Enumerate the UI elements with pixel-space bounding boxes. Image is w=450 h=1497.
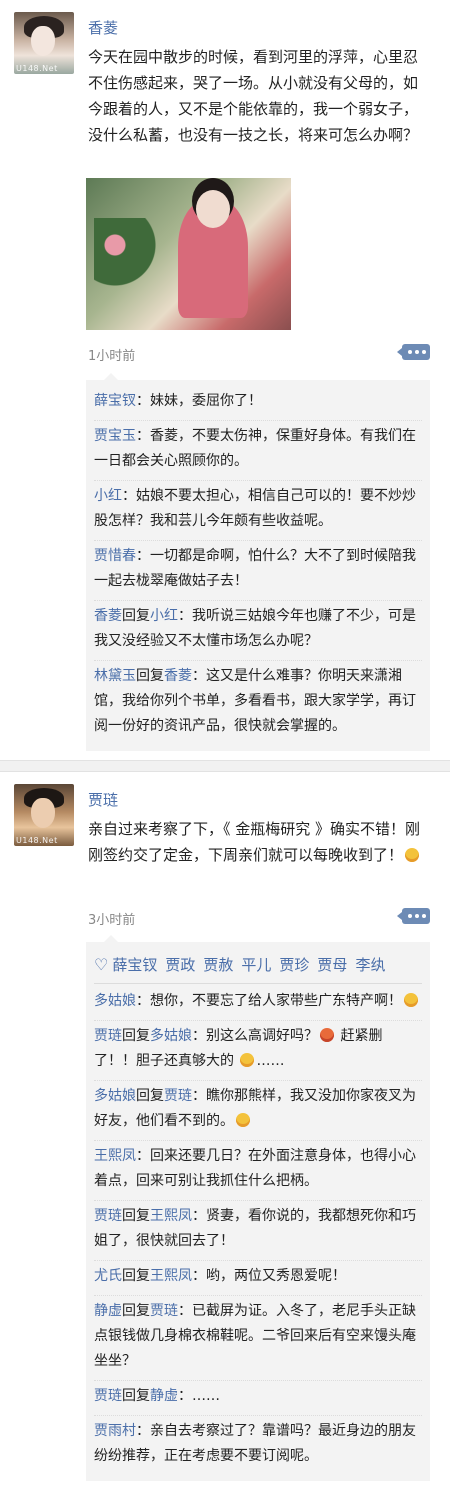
like-user[interactable]: 平儿 [241,956,271,974]
comment: 林黛玉回复香菱：这又是什么难事？你明天来潇湘馆，我给你列个书单，多看看书，跟大家… [94,668,416,734]
author-name[interactable]: 香菱 [88,17,118,38]
avatar-watermark: U148.Net [16,64,58,73]
comment: 贾惜春：一切都是命啊，怕什么？大不了到时候陪我一起去栊翠庵做姑子去！ [94,541,422,601]
comment-user[interactable]: 林黛玉 [94,668,136,684]
comment-user[interactable]: 贾惜春 [94,548,136,564]
comment: 贾琏回复多姑娘：别这么高调好吗？ 赶紧删了！！胆子还真够大的 …… [94,1021,422,1081]
comment: 尤氏回复王熙凤：哟，两位又秀恩爱呢！ [94,1261,422,1296]
like-user[interactable]: 贾赦 [203,956,233,974]
comment-user[interactable]: 贾雨村 [94,1423,136,1439]
like-user[interactable]: 贾珍 [279,956,309,974]
avatar-watermark: U148.Net [16,836,58,845]
emoji-icon [236,1113,250,1127]
post-time: 1小时前 [88,349,136,364]
heart-icon: ♡ [94,955,109,974]
post-time: 3小时前 [88,913,136,928]
emoji-icon [240,1053,255,1067]
comment: 贾琏回复静虚：…… [94,1381,422,1416]
reply-target[interactable]: 小红 [150,608,178,624]
comment-user[interactable]: 薛宝钗 [94,393,136,409]
like-user[interactable]: 贾政 [165,956,195,974]
reply-target[interactable]: 贾琏 [164,1088,192,1104]
avatar[interactable]: U148.Net [14,12,74,74]
smile-emoji-icon [405,848,420,862]
comment-icon[interactable] [397,908,430,924]
avatar[interactable]: U148.Net [14,784,74,846]
post-jialian: U148.Net 贾琏 亲自过来考察了下，《 金瓶梅研究 》确实不错！刚刚签约交… [0,772,450,1497]
comment: 贾宝玉：香菱，不要太伤神，保重好身体。有我们在一日都会关心照顾你的。 [94,421,422,481]
comment-user[interactable]: 多姑娘 [94,993,136,1009]
comment-user[interactable]: 小红 [94,488,122,504]
comment: 静虚回复贾琏：已截屏为证。入冬了，老尼手头正缺点银钱做几身棉衣棉鞋呢。二爷回来后… [94,1296,422,1381]
comment-user[interactable]: 尤氏 [94,1268,122,1284]
like-user[interactable]: 贾母 [317,956,347,974]
post-xiangling: U148.Net 香菱 今天在园中散步的时候，看到河里的浮萍，心里忍不住伤感起来… [0,0,450,760]
reply-target[interactable]: 王熙凤 [150,1208,192,1224]
comment-user[interactable]: 王熙凤 [94,1148,136,1164]
like-list: ♡ 薛宝钗 贾政 贾赦 平儿 贾珍 贾母 李纨 [94,948,422,984]
comment: 贾琏回复王熙凤：贤妻，看你说的，我都想死你和巧姐了，很快就回去了！ [94,1201,422,1261]
comment-user[interactable]: 静虚 [94,1303,122,1319]
angry-emoji-icon [320,1028,334,1042]
reply-target[interactable]: 香菱 [164,668,192,684]
comment-user[interactable]: 贾琏 [94,1388,122,1404]
comment: 王熙凤：回来还要几日？在外面注意身体，也得小心着点，回来可别让我抓住什么把柄。 [94,1141,422,1201]
reply-target[interactable]: 多姑娘 [150,1028,192,1044]
post-photo[interactable] [86,178,291,330]
comment: 贾雨村：亲自去考察过了？靠谱吗？最近身边的朋友纷纷推荐，正在考虑要不要订阅呢。 [94,1423,416,1464]
emoji-icon [404,993,418,1007]
comment-user[interactable]: 贾琏 [94,1208,122,1224]
post-content: 亲自过来考察了下，《 金瓶梅研究 》确实不错！刚刚签约交了定金，下周亲们就可以每… [88,820,421,864]
comment-user[interactable]: 贾宝玉 [94,428,136,444]
comment: 多姑娘回复贾琏：瞧你那熊样，我又没加你家夜叉为好友，他们看不到的。 [94,1081,422,1141]
comment-list: 薛宝钗：妹妹，委屈你了！ 贾宝玉：香菱，不要太伤神，保重好身体。有我们在一日都会… [86,373,430,751]
comment: 小红：姑娘不要太担心，相信自己可以的！要不炒炒股怎样？我和芸儿今年颇有些收益呢。 [94,481,422,541]
comment: 薛宝钗：妹妹，委屈你了！ [94,386,422,421]
reply-target[interactable]: 静虚 [150,1388,178,1404]
comment: 香菱回复小红：我听说三姑娘今年也赚了不少，可是我又没经验又不太懂市场怎么办呢？ [94,601,422,661]
like-user[interactable]: 薛宝钗 [112,956,157,974]
comment-list: ♡ 薛宝钗 贾政 贾赦 平儿 贾珍 贾母 李纨 多姑娘：想你，不要忘了给人家带些广东特产啊！ … [86,935,430,1481]
comment-icon[interactable] [397,344,430,360]
post-content: 今天在园中散步的时候，看到河里的浮萍，心里忍不住伤感起来，哭了一场。从小就没有父… [88,48,419,144]
author-name[interactable]: 贾琏 [88,789,118,810]
divider [0,760,450,772]
reply-target[interactable]: 贾琏 [150,1303,178,1319]
comment-user[interactable]: 多姑娘 [94,1088,136,1104]
comment: 多姑娘：想你，不要忘了给人家带些广东特产啊！ [94,986,422,1021]
comment-user[interactable]: 贾琏 [94,1028,122,1044]
reply-target[interactable]: 王熙凤 [150,1268,192,1284]
comment-user[interactable]: 香菱 [94,608,122,624]
like-user[interactable]: 李纨 [355,956,385,974]
